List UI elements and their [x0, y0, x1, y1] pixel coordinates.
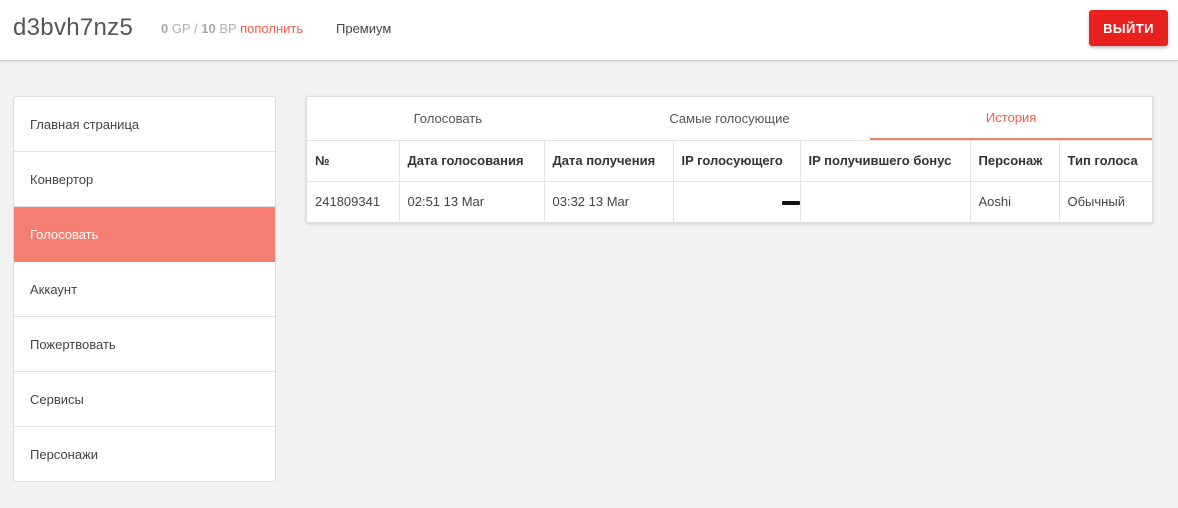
sidebar-item-label: Главная страница	[30, 116, 140, 132]
sidebar-item-label: Аккаунт	[30, 281, 78, 297]
sidebar-item-home[interactable]: Главная страница	[14, 97, 275, 152]
sidebar-item-label: Сервисы	[30, 391, 84, 407]
column-header-receive-date: Дата получения	[544, 141, 674, 182]
sidebar-item-donate[interactable]: Пожертвовать	[14, 317, 275, 372]
tab-top-voters[interactable]: Самые голосующие	[589, 97, 871, 140]
sidebar-item-account[interactable]: Аккаунт	[14, 262, 275, 317]
sidebar-menu: Главная страница Конвертор Голосовать Ак…	[13, 96, 276, 482]
sidebar-item-label: Конвертор	[30, 171, 94, 187]
column-header-voter-ip: IP голосующего	[673, 141, 801, 182]
column-header-vote-type: Тип голоса	[1059, 141, 1152, 182]
vote-history-table: № Дата голосования Дата получения IP гол…	[307, 141, 1152, 222]
balance: 0 GP / 10 BP пополнить	[161, 21, 303, 36]
top-header: d3bvh7nz5 0 GP / 10 BP пополнить Премиум…	[0, 0, 1178, 61]
vote-panel: Голосовать Самые голосующие История № Да…	[306, 96, 1153, 223]
column-header-character: Персонаж	[970, 141, 1060, 182]
sidebar-item-label: Пожертвовать	[30, 336, 116, 352]
cell-receive-date: 03:32 13 Mar	[544, 181, 674, 222]
logout-button[interactable]: ВЫЙТИ	[1089, 10, 1168, 46]
sidebar-item-label: Голосовать	[30, 226, 99, 242]
tab-vote[interactable]: Голосовать	[307, 97, 589, 140]
table-row: 241809341 02:51 13 Mar 03:32 13 Mar Aosh…	[307, 181, 1152, 222]
redaction-mark	[781, 200, 800, 205]
cell-character: Aoshi	[970, 181, 1060, 222]
sidebar-item-label: Персонажи	[30, 447, 99, 462]
tab-history[interactable]: История	[870, 97, 1152, 140]
cell-vote-type: Обычный	[1067, 194, 1125, 210]
column-header-vote-date: Дата голосования	[399, 141, 545, 182]
sidebar-item-characters[interactable]: Персонажи	[14, 427, 275, 481]
sidebar-item-services[interactable]: Сервисы	[14, 372, 275, 427]
username: d3bvh7nz5	[13, 14, 134, 41]
column-header-number: №	[307, 141, 400, 182]
cell-number: 241809341	[307, 181, 400, 222]
cell-bonus-ip	[800, 181, 971, 222]
gp-value: 0	[161, 21, 169, 36]
table-header-row: № Дата голосования Дата получения IP гол…	[307, 141, 1152, 182]
column-header-bonus-ip: IP получившего бонус	[800, 141, 971, 182]
bp-unit: BP	[219, 21, 237, 36]
balance-separator: /	[194, 21, 198, 36]
cell-voter-ip	[673, 181, 801, 222]
topup-link[interactable]: пополнить	[240, 21, 303, 36]
bp-value: 10	[201, 21, 216, 36]
sidebar-item-vote[interactable]: Голосовать	[14, 207, 275, 262]
sidebar-item-converter[interactable]: Конвертор	[14, 152, 275, 207]
premium-link[interactable]: Премиум	[336, 21, 391, 36]
cell-vote-date: 02:51 13 Mar	[399, 181, 545, 222]
vote-tabs: Голосовать Самые голосующие История	[307, 97, 1152, 141]
gp-unit: GP	[171, 21, 191, 36]
